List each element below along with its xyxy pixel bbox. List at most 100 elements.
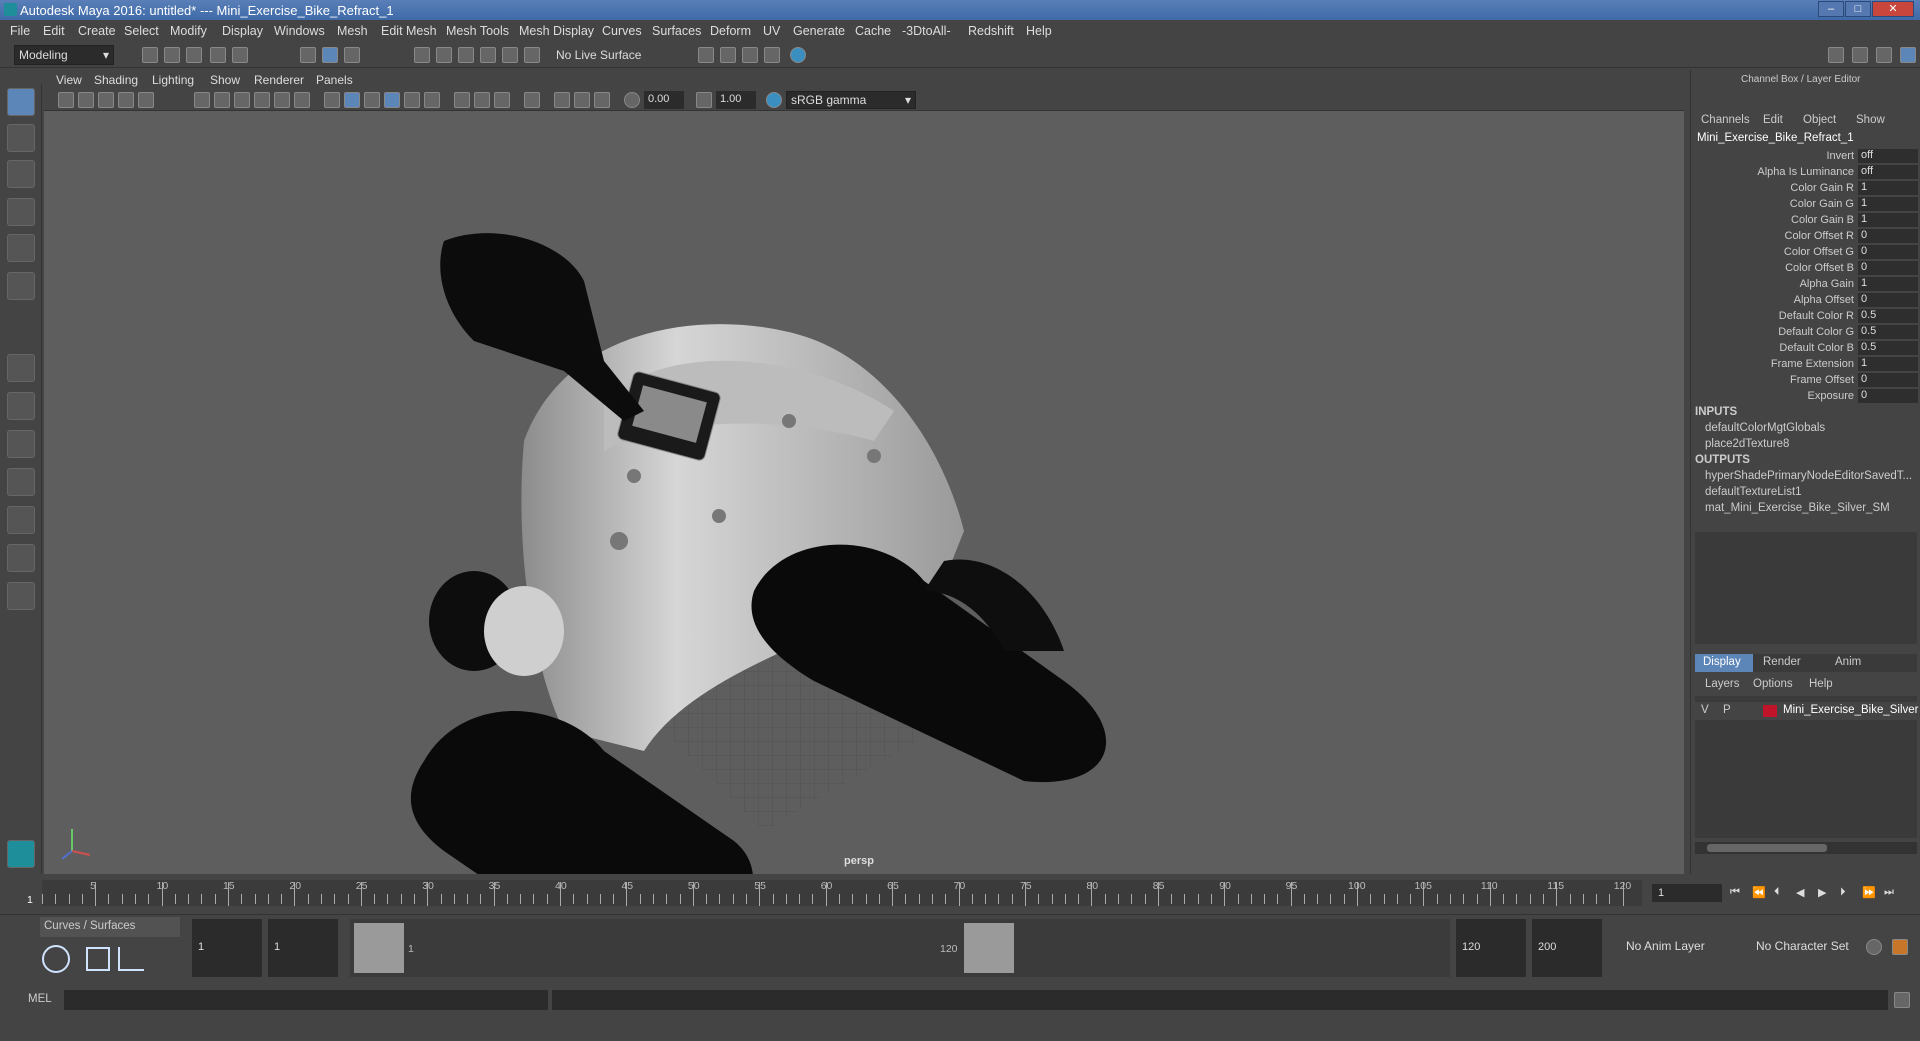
tab-anim[interactable]: Anim [1835, 656, 1861, 668]
colorspace-dropdown[interactable]: sRGB gamma ▾ [786, 91, 916, 109]
script-editor-icon[interactable] [1894, 992, 1910, 1008]
character-set-dropdown[interactable]: No Character Set [1752, 937, 1862, 955]
snap-curve-icon[interactable] [436, 47, 452, 63]
layer-row[interactable]: V P Mini_Exercise_Bike_Silver [1695, 702, 1919, 720]
menu-edit[interactable]: Edit [43, 24, 65, 38]
safe-action-icon[interactable] [274, 92, 290, 108]
attr-value[interactable]: 1 [1858, 357, 1918, 371]
range-end-handle[interactable] [964, 923, 1014, 973]
motion-blur-icon[interactable] [594, 92, 610, 108]
attr-value[interactable]: 0 [1858, 293, 1918, 307]
menu-surfaces[interactable]: Surfaces [652, 24, 701, 38]
extra-layout-icon[interactable] [7, 582, 35, 610]
attr-value[interactable]: 1 [1858, 181, 1918, 195]
attr-value[interactable]: 0 [1858, 373, 1918, 387]
layer-playback-toggle[interactable]: P [1723, 704, 1731, 716]
layer-color-swatch[interactable] [1763, 705, 1777, 717]
auto-key-icon[interactable] [1866, 939, 1882, 955]
input-node[interactable]: place2dTexture8 [1705, 438, 1789, 450]
range-start-handle[interactable] [354, 923, 404, 973]
save-scene-icon[interactable] [186, 47, 202, 63]
menu-deform[interactable]: Deform [710, 24, 751, 38]
attr-value[interactable]: 0.5 [1858, 309, 1918, 323]
menu-3dtoall[interactable]: -3DtoAll- [902, 24, 951, 38]
attr-value[interactable]: 0.5 [1858, 341, 1918, 355]
grid-toggle-icon[interactable] [194, 92, 210, 108]
gate-mask-icon[interactable] [234, 92, 250, 108]
snap-surface-icon[interactable] [502, 47, 518, 63]
menu-display[interactable]: Display [222, 24, 263, 38]
menu-edit-mesh[interactable]: Edit Mesh [381, 24, 437, 38]
attribute-editor-icon[interactable] [1852, 47, 1868, 63]
input-node[interactable]: defaultColorMgtGlobals [1705, 422, 1825, 434]
field-chart-icon[interactable] [254, 92, 270, 108]
two-view-layout-icon[interactable] [7, 430, 35, 458]
options-menu[interactable]: Options [1753, 678, 1793, 690]
isolate-select-icon[interactable] [454, 92, 470, 108]
wireframe-icon[interactable] [324, 92, 340, 108]
modeling-toolkit-icon[interactable] [1828, 47, 1844, 63]
exposure-icon[interactable] [624, 92, 640, 108]
select-by-hierarchy-icon[interactable] [300, 47, 316, 63]
safe-title-icon[interactable] [294, 92, 310, 108]
grease-pencil-icon[interactable] [524, 92, 540, 108]
exposure-field[interactable]: 0.00 [644, 91, 684, 109]
render-view-icon[interactable] [790, 47, 806, 63]
viewport-menu-lighting[interactable]: Lighting [152, 73, 194, 87]
attr-value[interactable]: 0 [1858, 389, 1918, 403]
attr-value[interactable]: 1 [1858, 213, 1918, 227]
maximize-button[interactable]: □ [1845, 1, 1871, 17]
menu-mesh-tools[interactable]: Mesh Tools [446, 24, 509, 38]
attr-value[interactable]: 0.5 [1858, 325, 1918, 339]
play-backwards-icon[interactable]: ◀ [1796, 886, 1812, 902]
menu-uv[interactable]: UV [763, 24, 780, 38]
viewport-menu-panels[interactable]: Panels [316, 73, 353, 87]
redo-icon[interactable] [232, 47, 248, 63]
output-node[interactable]: defaultTextureList1 [1705, 486, 1802, 498]
playback-start-field[interactable]: 1 [268, 919, 338, 977]
viewport-menu-renderer[interactable]: Renderer [254, 73, 304, 87]
snap-vertex-icon[interactable] [524, 47, 540, 63]
play-forwards-icon[interactable]: ▶ [1818, 886, 1834, 902]
select-camera-icon[interactable] [58, 92, 74, 108]
camera-attributes-icon[interactable] [78, 92, 94, 108]
step-back-icon[interactable]: ⏪ [1752, 886, 1768, 902]
channel-show-menu[interactable]: Show [1856, 114, 1885, 126]
channel-box-icon[interactable] [1900, 47, 1916, 63]
rotate-tool-icon[interactable] [7, 234, 35, 262]
attr-value[interactable]: off [1858, 165, 1918, 179]
range-slider[interactable]: 1 120 [350, 919, 1450, 977]
select-by-component-icon[interactable] [344, 47, 360, 63]
snap-grid-icon[interactable] [414, 47, 430, 63]
menu-help[interactable]: Help [1026, 24, 1052, 38]
channel-object-menu[interactable]: Object [1803, 114, 1836, 126]
ipr-render-icon[interactable] [720, 47, 736, 63]
hypershade-icon[interactable] [764, 47, 780, 63]
go-to-end-icon[interactable]: ⏭ [1884, 886, 1900, 902]
layer-scrollbar[interactable] [1695, 842, 1917, 854]
graph-editor-layout-icon[interactable] [7, 506, 35, 534]
screen-space-ao-icon[interactable] [424, 92, 440, 108]
bookmark-icon[interactable] [98, 92, 114, 108]
menu-cache[interactable]: Cache [855, 24, 891, 38]
layer-help-menu[interactable]: Help [1809, 678, 1833, 690]
color-management-icon[interactable] [766, 92, 782, 108]
hud-icon[interactable] [554, 92, 570, 108]
film-gate-icon[interactable] [138, 92, 154, 108]
node-name[interactable]: Mini_Exercise_Bike_Refract_1 [1697, 132, 1854, 144]
attr-value[interactable]: 0 [1858, 245, 1918, 259]
viewport-menu-shading[interactable]: Shading [94, 73, 138, 87]
command-input[interactable] [64, 990, 548, 1010]
square-curve-icon[interactable] [86, 947, 110, 971]
new-scene-icon[interactable] [142, 47, 158, 63]
select-tool-icon[interactable] [7, 88, 35, 116]
step-forward-key-icon[interactable]: ⏵ [1840, 886, 1856, 902]
layer-name[interactable]: Mini_Exercise_Bike_Silver [1783, 704, 1919, 716]
snap-view-icon[interactable] [480, 47, 496, 63]
attr-value[interactable]: 0 [1858, 229, 1918, 243]
output-node[interactable]: hyperShadePrimaryNodeEditorSavedT... [1705, 470, 1912, 482]
menu-file[interactable]: File [10, 24, 30, 38]
attr-value[interactable]: off [1858, 149, 1918, 163]
lasso-tool-icon[interactable] [7, 124, 35, 152]
close-button[interactable]: ✕ [1872, 1, 1914, 17]
